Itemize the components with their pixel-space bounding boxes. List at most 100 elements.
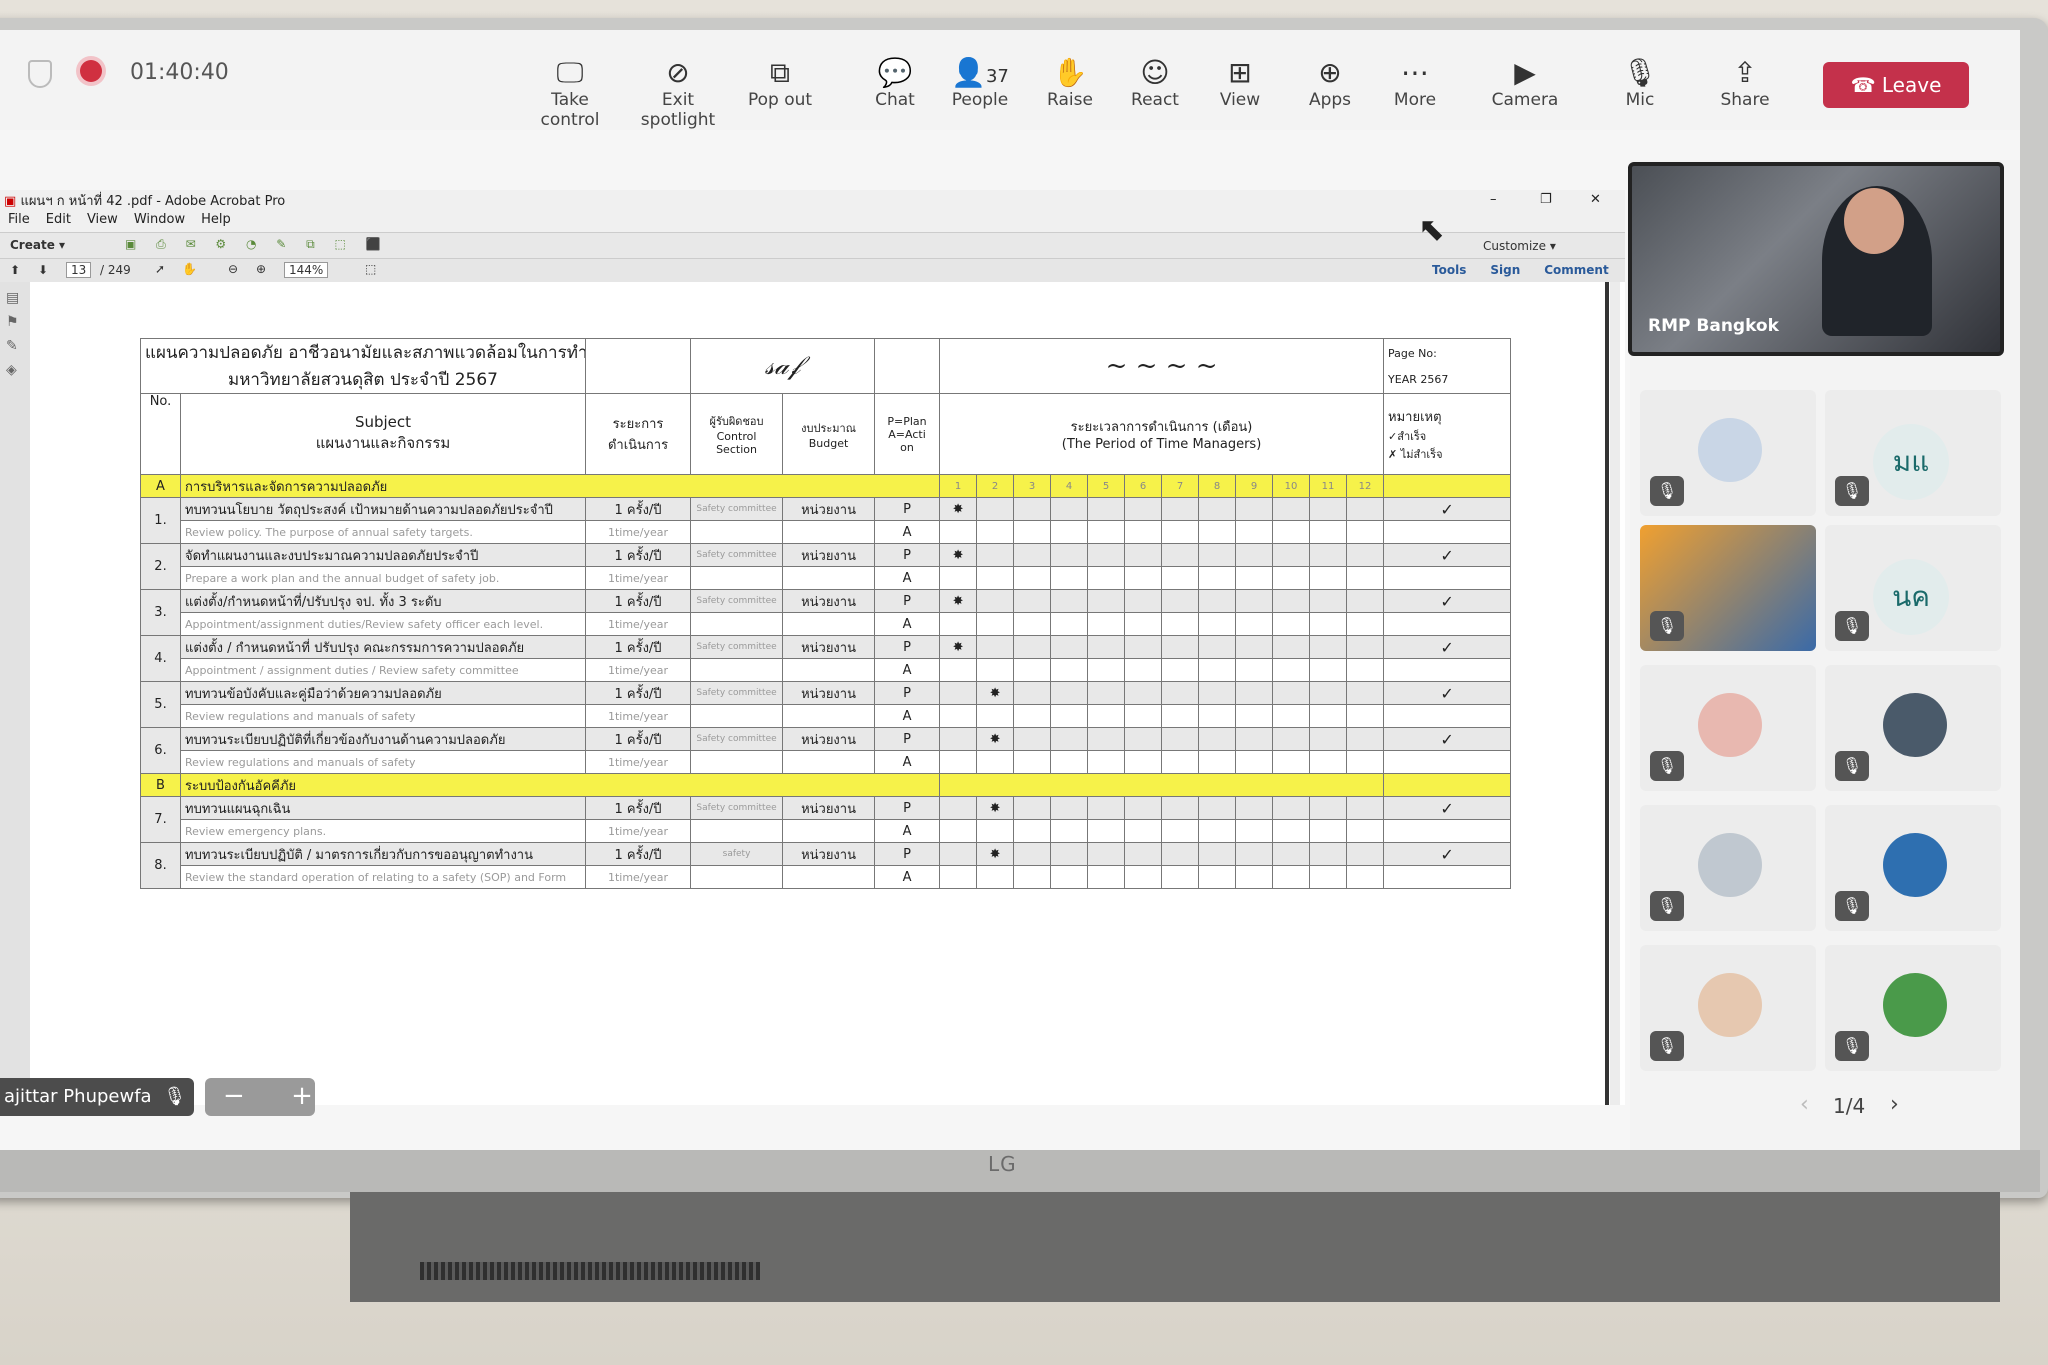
signatures-panel-icon[interactable]: ✎ — [6, 338, 24, 354]
fit-page-icon[interactable]: ⬚ — [365, 262, 376, 276]
row-check-blank — [1383, 865, 1512, 889]
layers-panel-icon[interactable]: ◈ — [6, 362, 24, 378]
month-cell — [1309, 842, 1348, 866]
month-cell — [1235, 681, 1274, 705]
scrollbar[interactable] — [1610, 282, 1620, 1105]
menu-item-view[interactable]: View — [87, 212, 118, 227]
plan-marker: ✸ — [976, 727, 1015, 751]
menu-item-edit[interactable]: Edit — [46, 212, 71, 227]
participant-tile[interactable]: 🎙 — [1825, 945, 2001, 1071]
zoom-level-field[interactable]: 144% — [284, 262, 329, 278]
participant-tile[interactable]: 🎙 — [1640, 805, 1816, 931]
bookmarks-panel-icon[interactable]: ⚑ — [6, 314, 24, 330]
menu-item-help[interactable]: Help — [201, 212, 231, 227]
hand-tool-icon[interactable]: ✋ — [182, 262, 197, 276]
chevron-left-icon[interactable]: ‹ — [1800, 1092, 1809, 1117]
share-button[interactable]: ⇪ Share — [1700, 56, 1790, 110]
close-button[interactable]: ✕ — [1590, 192, 1601, 207]
pages-panel-icon[interactable]: ▤ — [6, 290, 24, 306]
row-check: ✓ — [1383, 543, 1512, 567]
participant-tile[interactable]: 🎙 — [1825, 665, 2001, 791]
participant-tile[interactable]: 🎙 — [1825, 805, 2001, 931]
row-check: ✓ — [1383, 635, 1512, 659]
row-check-blank — [1383, 750, 1512, 774]
month-cell — [1198, 520, 1237, 544]
month-cell — [1235, 819, 1274, 843]
exit-spotlight-button[interactable]: ⊘ Exit spotlight — [633, 56, 723, 130]
page-number-input[interactable]: 13 — [66, 262, 92, 278]
zoom-plus-button[interactable]: + — [291, 1081, 313, 1111]
month-cell — [1124, 520, 1163, 544]
row-budget-blank — [782, 612, 876, 636]
take-control-button[interactable]: 🖵 Take control — [525, 56, 615, 130]
month-cell — [1309, 681, 1348, 705]
month-cell — [1013, 750, 1052, 774]
pop-out-icon: ⧉ — [770, 56, 790, 89]
month-cell — [1087, 704, 1126, 728]
toolbar-button-label: Exit spotlight — [640, 90, 716, 130]
acrobat-window: ▣ แผนฯ ก หน้าที่ 42 .pdf - Adobe Acrobat… — [0, 190, 1625, 1105]
tab-sign[interactable]: Sign — [1490, 263, 1520, 277]
restore-button[interactable]: ❐ — [1540, 192, 1552, 207]
zoom-minus-button[interactable]: − — [223, 1081, 245, 1111]
participant-avatar — [1883, 973, 1947, 1037]
menu-item-window[interactable]: Window — [134, 212, 185, 227]
row-budget: หน่วยงาน — [782, 635, 876, 659]
pdf-file-icon: ▣ — [4, 194, 17, 209]
row-responsible-blank — [690, 704, 784, 728]
chat-button[interactable]: 💬 Chat — [850, 56, 940, 110]
month-cell — [1013, 658, 1052, 682]
zoom-out-icon[interactable]: ⊖ — [228, 262, 238, 276]
row-budget: หน่วยงาน — [782, 543, 876, 567]
month-cell — [939, 566, 978, 590]
leave-button[interactable]: ☎ Leave — [1823, 62, 1969, 108]
view-button[interactable]: ⊞ View — [1195, 56, 1285, 110]
tab-comment[interactable]: Comment — [1544, 263, 1608, 277]
participant-tile[interactable]: 🎙 — [1640, 390, 1816, 516]
month-header: 5 — [1087, 474, 1126, 498]
plan-marker: ✸ — [976, 681, 1015, 705]
apps-button[interactable]: ⊕ Apps — [1285, 56, 1375, 110]
select-tool-icon[interactable]: ➚ — [155, 262, 165, 276]
row-responsible-blank — [690, 658, 784, 682]
page-down-icon[interactable]: ⬇ — [38, 263, 48, 277]
participant-tile[interactable]: มแ 🎙 — [1825, 390, 2001, 516]
row-responsible-blank — [690, 865, 784, 889]
page-up-icon[interactable]: ⬆ — [10, 263, 20, 277]
chevron-right-icon[interactable]: › — [1890, 1092, 1899, 1117]
mic-off-icon: 🎙 — [1835, 751, 1869, 781]
customize-button[interactable]: Customize ▾ — [1483, 239, 1556, 253]
leave-label: Leave — [1881, 73, 1942, 97]
row-responsible: Safety committee — [690, 543, 784, 567]
month-cell — [1013, 612, 1052, 636]
chat-icon: 💬 — [877, 56, 913, 89]
more-button[interactable]: ⋯ More — [1370, 56, 1460, 110]
participant-tile[interactable]: 🎙 — [1640, 525, 1816, 651]
minimize-button[interactable]: – — [1490, 192, 1497, 207]
raise-button[interactable]: ✋ Raise — [1025, 56, 1115, 110]
month-cell — [1309, 796, 1348, 820]
row-plan-flag: P — [874, 497, 941, 521]
month-cell — [1124, 635, 1163, 659]
month-cell — [1346, 543, 1385, 567]
people-button[interactable]: 👤37 People — [935, 56, 1025, 110]
participant-tile[interactable]: 🎙 — [1640, 945, 1816, 1071]
react-button[interactable]: ☺ React — [1110, 56, 1200, 110]
spotlight-video[interactable]: RMP Bangkok — [1628, 162, 2004, 356]
participant-tile[interactable]: 🎙 — [1640, 665, 1816, 791]
zoom-in-icon[interactable]: ⊕ — [256, 262, 266, 276]
col-plan-line2: A=Acti — [888, 427, 926, 441]
camera-button[interactable]: ▶ Camera — [1480, 56, 1570, 110]
row-action-flag: A — [874, 819, 941, 843]
acrobat-toolbar: Create ▾ ▣ ⎙ ✉ ⚙ ◔ ✎ ⧉ ⬚ ⬛ Customize ▾ — [0, 232, 1625, 259]
participant-tile[interactable]: นค 🎙 — [1825, 525, 2001, 651]
menu-item-file[interactable]: File — [8, 212, 30, 227]
mic-button[interactable]: 🎙 Mic — [1595, 56, 1685, 110]
mic-off-icon: 🎙 — [163, 1086, 187, 1107]
tab-tools[interactable]: Tools — [1432, 263, 1466, 277]
create-button[interactable]: Create ▾ — [10, 238, 65, 252]
pop-out-button[interactable]: ⧉ Pop out — [735, 56, 825, 110]
month-cell — [1346, 635, 1385, 659]
month-cell — [1087, 865, 1126, 889]
month-cell — [1309, 589, 1348, 613]
